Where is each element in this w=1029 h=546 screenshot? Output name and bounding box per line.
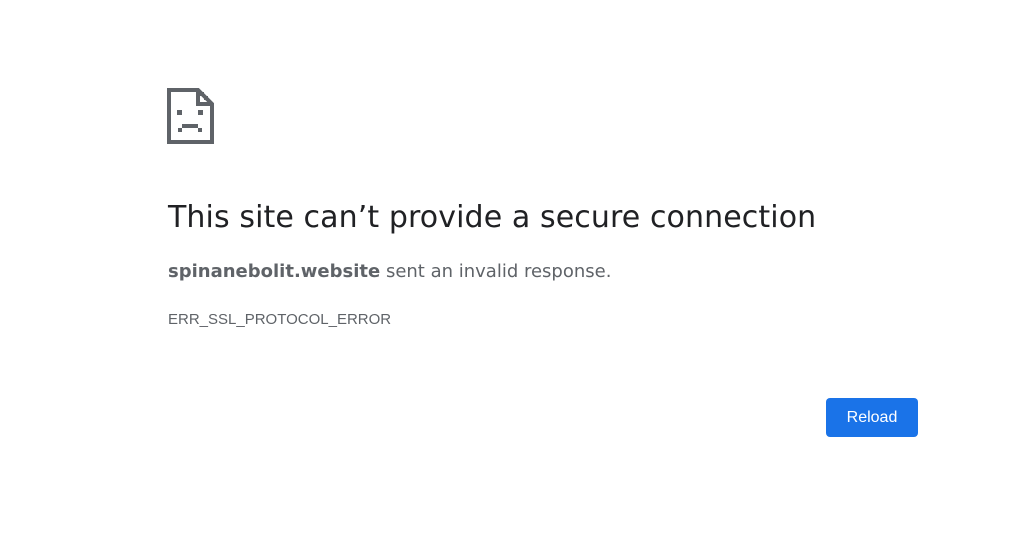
error-summary: spinanebolit.website sent an invalid res…: [168, 261, 611, 282]
error-page: This site can’t provide a secure connect…: [0, 0, 1029, 546]
page-title: This site can’t provide a secure connect…: [168, 200, 817, 235]
error-code: ERR_SSL_PROTOCOL_ERROR: [168, 311, 392, 328]
error-message: sent an invalid response.: [385, 261, 612, 282]
sad-page-icon: [167, 88, 214, 144]
reload-button[interactable]: Reload: [826, 398, 918, 437]
host-name: spinanebolit.website: [168, 261, 381, 282]
